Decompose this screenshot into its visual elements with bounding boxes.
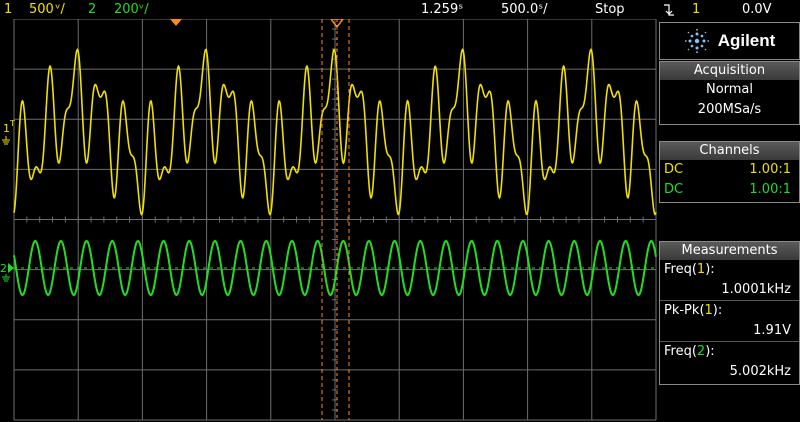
svg-text:2: 2 [0, 262, 7, 275]
measurement-value: 5.002kHz [729, 364, 791, 379]
ch2-number[interactable]: 2 [88, 0, 96, 19]
sample-rate: 200MSa/s [697, 102, 762, 117]
measurement-value: 1.0001kHz [721, 282, 791, 297]
channel-2-row[interactable]: DC 1.00:1 [660, 180, 799, 200]
svg-text:1: 1 [3, 122, 10, 135]
brand-panel: Agilent [659, 22, 800, 60]
trigger-level[interactable]: 0.0V [742, 0, 772, 19]
measurement-channel: 2 [696, 344, 706, 359]
measurement-channel: 1 [704, 303, 713, 318]
channel-1-probe: 1.00:1 [749, 162, 791, 177]
timebase-scale[interactable]: 500.0ˢ/ [501, 0, 547, 19]
measurement-name: Freq [664, 262, 692, 277]
ch1-number[interactable]: 1 [4, 0, 12, 19]
measurement-item[interactable]: Freq(2): 5.002kHz [660, 341, 799, 382]
measurement-item[interactable]: Freq(1): 1.0001kHz [660, 260, 799, 300]
trigger-source[interactable]: 1 [692, 0, 700, 19]
acquisition-header: Acquisition [660, 62, 799, 80]
ch2-scale[interactable]: 200ᵛ/ [114, 0, 149, 19]
ch1-scale[interactable]: 500 ᵛ/ [29, 0, 65, 19]
brand-name: Agilent [717, 31, 776, 50]
channels-header: Channels [660, 142, 799, 160]
run-state[interactable]: Stop [595, 0, 625, 19]
measurement-value: 1.91V [753, 323, 791, 338]
acquisition-panel[interactable]: Acquisition Normal 200MSa/s [659, 61, 800, 125]
measurements-panel[interactable]: Measurements Freq(1): 1.0001kHz Pk-Pk(1)… [659, 241, 800, 385]
channel-1-coupling: DC [664, 162, 684, 177]
measurement-item[interactable]: Pk-Pk(1): 1.91V [660, 300, 799, 341]
channel-2-probe: 1.00:1 [749, 182, 791, 197]
trigger-edge-falling-icon [663, 0, 675, 19]
measurements-header: Measurements [660, 242, 799, 260]
svg-text:T: T [9, 119, 15, 128]
measurement-name: Freq [664, 344, 692, 359]
horizontal-delay[interactable]: 1.259ˢ [421, 0, 463, 19]
acquisition-mode: Normal [705, 82, 754, 97]
spark-logo-icon [684, 28, 709, 54]
status-bar: 1 500 ᵛ/ 2 200ᵛ/ 1.259ˢ 500.0ˢ/ Stop 1 0… [0, 0, 800, 19]
channels-panel[interactable]: Channels DC 1.00:1 DC 1.00:1 [659, 141, 800, 203]
channel-2-coupling: DC [664, 182, 684, 197]
measurement-channel: 1 [696, 262, 706, 277]
measurement-name: Pk-Pk [664, 303, 700, 318]
channel-1-row[interactable]: DC 1.00:1 [660, 160, 799, 180]
